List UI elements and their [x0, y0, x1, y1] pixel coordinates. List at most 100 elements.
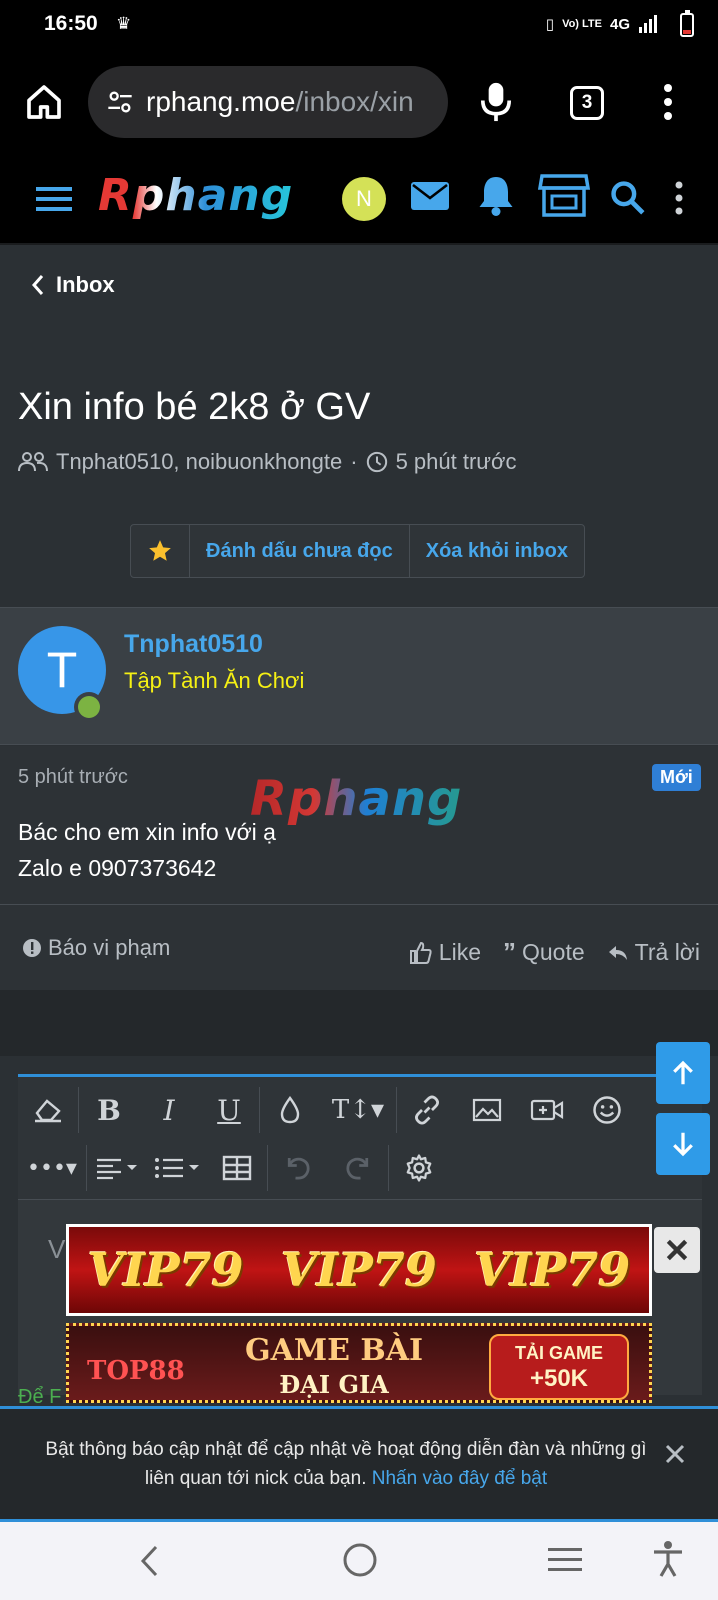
watermark-logo: Rphang: [250, 771, 463, 827]
home-circle-icon[interactable]: [342, 1542, 378, 1578]
breadcrumb-label[interactable]: Inbox: [56, 272, 115, 298]
post-body: 5 phút trước Rphang Mới Bác cho em xin i…: [0, 746, 718, 904]
volte-label: Vo) LTE: [562, 18, 602, 30]
store-icon[interactable]: [538, 172, 590, 218]
ad-headline-line: ĐẠI GIA: [279, 1370, 389, 1399]
italic-icon[interactable]: I: [139, 1081, 199, 1139]
mark-unread-button[interactable]: Đánh dấu chưa đọc: [189, 525, 409, 577]
link-icon[interactable]: [397, 1081, 457, 1139]
url-path: /inbox/xin: [295, 86, 414, 117]
menu-icon[interactable]: [36, 184, 72, 214]
signal-icon: [639, 15, 657, 33]
list-icon[interactable]: [147, 1139, 207, 1197]
participants: Tnphat0510, noibuonkhongte: [56, 449, 343, 474]
battery-icon: [680, 10, 694, 37]
back-icon[interactable]: [138, 1544, 162, 1578]
editor-toolbar-row: B I U T↕▾: [18, 1081, 702, 1139]
tab-switcher-button[interactable]: 3: [570, 86, 604, 120]
align-icon[interactable]: [87, 1139, 147, 1197]
like-button[interactable]: Like: [409, 937, 481, 968]
system-nav-bar: [0, 1522, 718, 1600]
report-label: Báo vi phạm: [48, 935, 171, 960]
remove-inbox-button[interactable]: Xóa khỏi inbox: [408, 525, 584, 577]
undo-icon[interactable]: [268, 1139, 328, 1197]
bold-icon[interactable]: B: [79, 1081, 139, 1139]
star-icon: [149, 540, 171, 561]
online-status-icon: [74, 692, 104, 722]
underline-icon[interactable]: U: [199, 1081, 259, 1139]
reply-button[interactable]: Trả lời: [607, 937, 700, 968]
more-vert-icon[interactable]: [674, 180, 684, 216]
ad-banner-text: VIP79: [474, 1243, 631, 1297]
reply-label: Trả lời: [634, 939, 700, 965]
user-title: Tập Tành Ăn Chơi: [124, 668, 305, 693]
site-header: Rphang N: [0, 152, 718, 245]
table-icon[interactable]: [207, 1139, 267, 1197]
quote-button[interactable]: ” Quote: [503, 937, 585, 968]
recents-icon[interactable]: [548, 1546, 582, 1574]
breadcrumb[interactable]: Inbox: [30, 272, 115, 298]
eraser-icon[interactable]: [18, 1081, 78, 1139]
video-icon[interactable]: [517, 1081, 577, 1139]
ad-close-button[interactable]: [654, 1227, 700, 1273]
enable-notifications-link[interactable]: Nhấn vào đây để bật: [372, 1468, 547, 1489]
ad-banner-top88[interactable]: TOP88 GAME BÀI ĐẠI GIA TẢI GAME +50K: [66, 1323, 652, 1403]
more-vert-icon[interactable]: [662, 82, 674, 122]
star-button[interactable]: [131, 525, 189, 577]
drop-icon[interactable]: [260, 1081, 320, 1139]
mic-icon[interactable]: [478, 80, 514, 124]
network-label: 4G: [609, 15, 630, 33]
text-size-icon[interactable]: T↕▾: [320, 1081, 396, 1139]
post-username[interactable]: Tnphat0510: [124, 630, 263, 659]
thread-time: 5 phút trước: [395, 449, 517, 474]
more-horiz-icon[interactable]: •••▾: [18, 1139, 86, 1197]
scroll-top-button[interactable]: [656, 1042, 710, 1104]
close-icon[interactable]: [664, 1443, 686, 1465]
search-icon[interactable]: [608, 178, 646, 216]
post-line: Zalo e 0907373642: [18, 855, 217, 881]
smile-icon[interactable]: [577, 1081, 637, 1139]
post-content: Bác cho em xin info với ạ Zalo e 0907373…: [18, 814, 276, 886]
reply-icon: [608, 945, 627, 960]
editor-toolbar-row: •••▾: [18, 1139, 702, 1197]
notice-message: Bật thông báo cập nhật để cập nhật về ho…: [45, 1439, 647, 1489]
post-action-links: Like ” Quote Trả lời: [409, 937, 700, 968]
post-user-bar: T Tnphat0510 Tập Tành Ăn Chơi: [0, 607, 718, 745]
quote-label: Quote: [522, 939, 585, 965]
home-icon[interactable]: [24, 82, 64, 122]
redo-icon[interactable]: [328, 1139, 388, 1197]
notice-text: Bật thông báo cập nhật để cập nhật về ho…: [36, 1435, 656, 1493]
crown-icon: ♛: [116, 14, 132, 33]
quote-icon: ”: [503, 937, 516, 967]
meta-separator: ·: [350, 449, 358, 474]
gear-icon[interactable]: [389, 1139, 449, 1197]
scroll-bottom-button[interactable]: [656, 1113, 710, 1175]
image-icon[interactable]: [457, 1081, 517, 1139]
push-notification-banner: Bật thông báo cập nhật để cập nhật về ho…: [0, 1406, 718, 1522]
alert-icon: [23, 939, 41, 957]
section-divider: [0, 990, 718, 1056]
close-icon: [666, 1239, 688, 1261]
tune-icon[interactable]: [106, 88, 134, 116]
mail-icon[interactable]: [410, 180, 450, 212]
report-button[interactable]: Báo vi phạm: [22, 935, 170, 961]
ad-brand: TOP88: [87, 1356, 185, 1386]
browser-toolbar: rphang.moe/inbox/xin 3: [0, 52, 718, 152]
url-text[interactable]: rphang.moe/inbox/xin: [146, 86, 438, 118]
post-actions: Báo vi phạm Like ” Quote Trả lời: [0, 904, 718, 990]
like-label: Like: [438, 939, 481, 965]
post-time[interactable]: 5 phút trước: [18, 766, 128, 789]
site-logo[interactable]: Rphang: [98, 170, 293, 221]
url-bar[interactable]: rphang.moe/inbox/xin: [88, 66, 448, 138]
bell-icon[interactable]: [478, 174, 514, 216]
accessibility-icon[interactable]: [652, 1540, 684, 1578]
user-avatar[interactable]: N: [342, 177, 386, 221]
ad-headline: GAME BÀI ĐẠI GIA: [245, 1333, 424, 1400]
post-line: Bác cho em xin info với ạ: [18, 819, 276, 845]
arrow-up-icon: [673, 1060, 693, 1085]
ad-headline-line: GAME BÀI: [245, 1333, 424, 1368]
ad-cta-line: TẢI GAME: [515, 1343, 603, 1363]
thread-meta: Tnphat0510, noibuonkhongte · 5 phút trướ…: [18, 449, 516, 475]
thumb-up-icon: [409, 941, 432, 964]
ad-banner-vip79[interactable]: VIP79 VIP79 VIP79: [66, 1224, 652, 1316]
